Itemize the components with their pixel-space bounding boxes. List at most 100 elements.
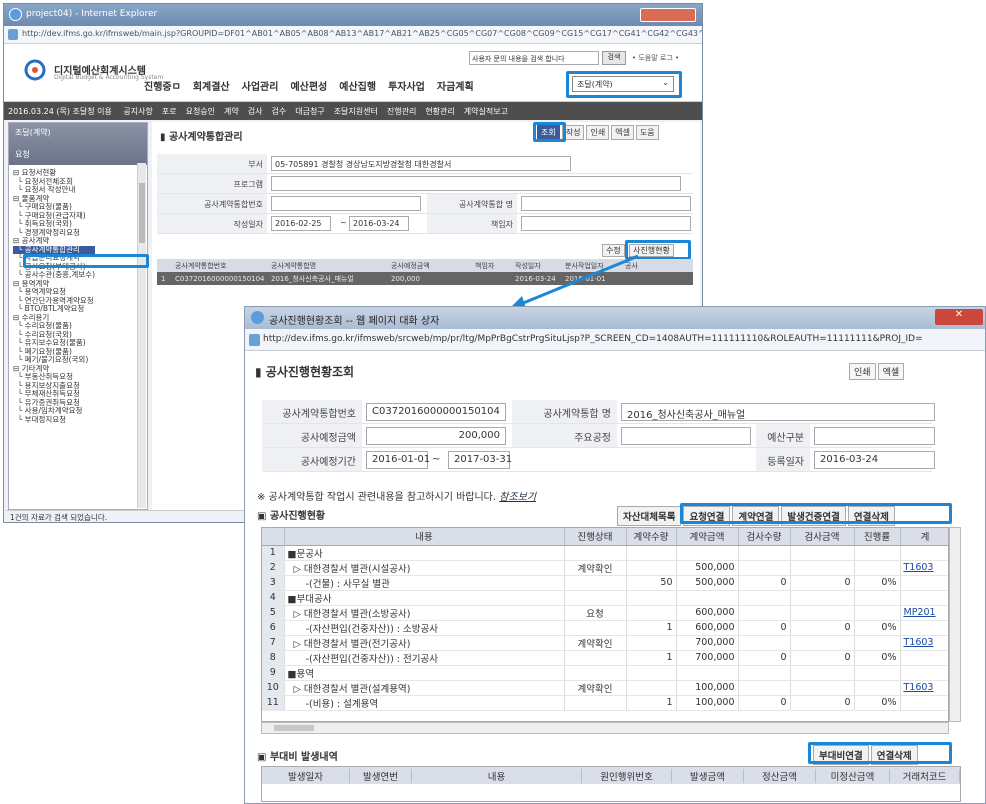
grid2-header-cell[interactable]: 정산금액 [744, 769, 816, 783]
grid-cell [738, 560, 791, 576]
grid-cell[interactable] [900, 545, 948, 561]
grid-cell: 1 [626, 650, 677, 666]
grid-header-cell[interactable]: 계약수량 [626, 528, 677, 546]
grid-cell [626, 545, 677, 561]
grid-cell[interactable] [900, 650, 948, 666]
sidebar-scrollbar[interactable] [137, 163, 146, 508]
grid-header-cell[interactable]: 검사금액 [790, 528, 855, 546]
submenu-item[interactable]: 검사 [248, 107, 263, 116]
excel-button[interactable]: 엑셀 [877, 363, 905, 380]
submenu-item[interactable]: 진행관리 [387, 107, 416, 116]
grid-vscrollbar[interactable] [949, 527, 961, 722]
grid-cell[interactable] [900, 695, 948, 711]
grid-cell[interactable] [900, 665, 948, 681]
submenu-item[interactable]: 계약 [224, 107, 239, 116]
grid-cell[interactable]: T1603 [900, 680, 948, 696]
grid-cell[interactable] [900, 590, 948, 606]
submenu-item[interactable]: 현황관리 [425, 107, 454, 116]
menu-item[interactable]: 자금계획 [437, 82, 474, 93]
dialog-address-bar[interactable]: http://dev.ifms.go.kr/ifmsweb/srcweb/mp/… [245, 329, 985, 351]
grid-header-cell[interactable]: 내용 [284, 528, 565, 546]
table-row[interactable]: 4 ■부대공사 [262, 590, 948, 606]
table-row[interactable]: 1 C0372016000000150104 2016_청사신축공사_매뉴얼 200,… [157, 272, 693, 285]
contract-name-field[interactable] [521, 196, 691, 211]
contract-no-label: 공사계약통합번호 [262, 400, 362, 423]
grid2-header-cell[interactable]: 내용 [412, 769, 582, 783]
search-button[interactable]: 검색 [602, 51, 626, 65]
table-row[interactable]: 3 -(건물) : 사무실 별관 50 500,000 0 0 0% [262, 575, 948, 591]
menu-item[interactable]: 진행중ㅁ [144, 82, 181, 93]
submenu-item[interactable]: 계약실적보고 [464, 107, 508, 116]
grid-hscrollbar[interactable] [261, 722, 949, 734]
amount-label: 공사예정금액 [262, 424, 362, 447]
grid2-header-cell[interactable]: 거래처코드 [890, 769, 960, 783]
grid-header-cell[interactable] [262, 528, 285, 546]
highlight-box [23, 254, 149, 268]
table-row[interactable]: 1 ■문공사 [262, 545, 948, 561]
print-button[interactable]: 인쇄 [586, 125, 610, 140]
submenu-item[interactable]: 조달지원센터 [334, 107, 378, 116]
grid2-header-cell[interactable]: 원인행위번호 [582, 769, 672, 783]
grid-cell[interactable]: T1603 [900, 635, 948, 651]
table-row[interactable]: 8 -(자산편입(건중자산)) : 전기공사 1 700,000 0 0 0% [262, 650, 948, 666]
menu-item[interactable]: 예산집행 [339, 82, 376, 93]
grid-header-cell[interactable]: 진행상태 [564, 528, 627, 546]
date-to-field[interactable]: 2016-03-24 [349, 216, 409, 231]
submenu-item[interactable]: 검수 [272, 107, 287, 116]
help-button[interactable]: 도움 [635, 125, 659, 140]
contract-no-label: 공사계약통합번호 [157, 194, 267, 213]
grid-cell: 1 [626, 620, 677, 636]
window-controls[interactable] [640, 8, 696, 22]
grid-cell: -(자산편입(건중자산)) : 전기공사 [284, 650, 565, 666]
table-row[interactable]: 5 ▷ 대한경찰서 별관(소방공사) 요청 600,000 MP201 [262, 605, 948, 621]
submenu-item[interactable]: 요청승인 [186, 107, 215, 116]
table-row[interactable]: 7 ▷ 대한경찰서 별관(전기공사) 계약확인 700,000 T1603 [262, 635, 948, 651]
tree-item[interactable]: └ 부대정지요청 [13, 415, 95, 425]
grid-cell[interactable]: T1603 [900, 560, 948, 576]
grid-cell [564, 575, 627, 591]
grid-header-cell[interactable]: 계약금액 [676, 528, 739, 546]
table-row[interactable]: 6 -(자산편입(건중자산)) : 소방공사 1 600,000 0 0 0% [262, 620, 948, 636]
grid-cell[interactable] [900, 620, 948, 636]
contract-no-field[interactable] [271, 196, 421, 211]
table-row[interactable]: 11 -(비용) : 설계용역 1 100,000 0 0 0% [262, 695, 948, 711]
edit-button[interactable]: 수정 [602, 244, 625, 257]
org-select[interactable]: 조달(계약) ⌄ [572, 76, 674, 92]
submenu-item[interactable]: 대금청구 [295, 107, 324, 116]
grid-cell[interactable] [900, 575, 948, 591]
note-link[interactable]: 참조보기 [499, 492, 536, 503]
date-from-field[interactable]: 2016-02-25 [271, 216, 331, 231]
grid-cell[interactable]: MP201 [900, 605, 948, 621]
grid2-header-cell[interactable]: 미정산금액 [816, 769, 890, 783]
grid-cell: 0 [738, 695, 791, 711]
table-row[interactable]: 10 ▷ 대한경찰서 별관(설계용역) 계약확인 100,000 T1603 [262, 680, 948, 696]
page-title: ▮ 공사계약통합관리 [160, 132, 243, 143]
asset-list-button[interactable]: 자산대체목록 [617, 506, 682, 526]
table-row[interactable]: 2 ▷ 대한경찰서 별관(시설공사) 계약확인 500,000 T1603 [262, 560, 948, 576]
program-field[interactable] [271, 176, 681, 191]
address-bar[interactable]: http://dev.ifms.go.kr/ifmsweb/main.jsp?G… [4, 26, 702, 44]
menu-item[interactable]: 예산편성 [290, 82, 327, 93]
grid2-header: 발생일자 발생연번 내용 원인행위번호 발생금액 정산금액 미정산금액 거래처코드 [262, 767, 960, 784]
table-row[interactable]: 9 ■용역 [262, 665, 948, 681]
menu-item[interactable]: 투자사업 [388, 82, 425, 93]
close-icon[interactable]: ✕ [935, 309, 983, 325]
print-button[interactable]: 인쇄 [849, 363, 876, 380]
grid2-header-cell[interactable]: 발생연번 [350, 769, 412, 783]
grid-header-cell[interactable]: 계 [900, 528, 948, 546]
grid2-header-cell[interactable]: 발생금액 [672, 769, 744, 783]
grid-header-cell[interactable]: 검사수량 [738, 528, 791, 546]
menu-item[interactable]: 사업관리 [242, 82, 279, 93]
grid-header-cell[interactable]: 진행률 [854, 528, 901, 546]
writer-field[interactable] [521, 216, 691, 231]
dept-field[interactable]: 05-705891 경찰청 경상남도지방경찰청 대한경찰서 [271, 156, 571, 171]
search-input[interactable]: 사용자 문의 내용을 검색 합니다 [469, 51, 599, 65]
submenu-item[interactable]: 포로 [162, 107, 177, 116]
header-links[interactable]: • 도움말 로그 • [632, 53, 679, 63]
address-text: http://dev.ifms.go.kr/ifmsweb/srcweb/mp/… [263, 334, 923, 344]
excel-button[interactable]: 엑셀 [611, 125, 634, 140]
grid2-header-cell[interactable]: 발생일자 [262, 769, 350, 783]
submenu-item[interactable]: 공지사항 [123, 107, 152, 116]
menu-item[interactable]: 회계결산 [193, 82, 230, 93]
logo-icon [24, 59, 46, 81]
